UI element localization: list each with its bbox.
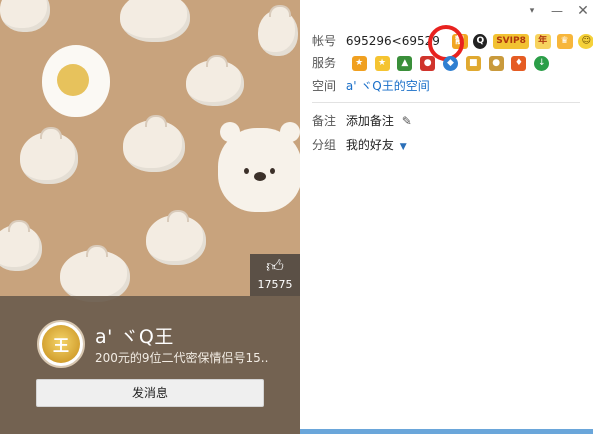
service-farm-icon[interactable]: ▲: [397, 56, 413, 71]
bottom-accent-bar: [300, 429, 593, 434]
profile-cover: 👍︎ 17575 王 a' ヾQ王 200元的9位二代密保情侣号15.. 发消息: [0, 0, 300, 434]
nickname: a' ヾQ王: [95, 326, 174, 348]
remark-label: 备注: [312, 114, 337, 128]
smile-icon[interactable]: ☺: [578, 34, 593, 49]
like-count: 17575: [257, 278, 293, 291]
space-row: 空间 a' ヾQ王的空间: [312, 77, 430, 95]
group-label: 分组: [312, 138, 337, 152]
chevron-down-icon[interactable]: ▾: [524, 3, 540, 19]
cover-bun-illustration: [0, 0, 50, 32]
profile-window: 👍︎ 17575 王 a' ヾQ王 200元的9位二代密保情侣号15.. 发消息…: [0, 0, 593, 434]
service-vip-icon[interactable]: ★: [351, 56, 367, 71]
service-download-icon[interactable]: ↓: [534, 56, 550, 71]
cover-bun-illustration: [60, 245, 130, 302]
cover-bun-illustration: [120, 0, 190, 42]
close-button[interactable]: ✕: [575, 3, 591, 19]
section-divider: [312, 102, 580, 103]
account-number: 695296<69529: [345, 34, 440, 48]
space-label: 空间: [312, 79, 337, 93]
cover-bun-illustration: [0, 220, 42, 271]
cover-egg-illustration: [42, 45, 110, 117]
caret-down-icon[interactable]: ▼: [400, 142, 407, 152]
cover-bun-illustration: [258, 5, 298, 56]
crown-icon[interactable]: ♛: [556, 34, 573, 49]
qq-penguin-icon[interactable]: Q: [473, 34, 488, 49]
avatar-image: 王: [42, 325, 80, 363]
group-dropdown[interactable]: 我的好友: [346, 138, 394, 152]
signature: 200元的9位二代密保情侣号15..: [95, 351, 269, 365]
avatar[interactable]: 王: [37, 320, 85, 368]
pencil-icon[interactable]: ✎: [402, 114, 412, 128]
like-button[interactable]: 👍︎ 17575: [250, 254, 300, 296]
service-pet-icon[interactable]: ●: [488, 56, 504, 71]
cover-bear-illustration: [218, 122, 300, 212]
send-message-button[interactable]: 发消息: [36, 379, 264, 407]
remark-row: 备注 添加备注 ✎: [312, 112, 412, 130]
cover-bun-illustration: [123, 115, 185, 172]
account-label: 帐号: [312, 34, 337, 48]
services-row: 服务 ★ ★ ▲ ● ◆ ■ ● ♦ ↓: [312, 54, 553, 72]
profile-card: 王 a' ヾQ王 200元的9位二代密保情侣号15.. 发消息: [0, 296, 300, 434]
cover-bun-illustration: [186, 55, 244, 106]
space-link[interactable]: a' ヾQ王的空间: [346, 79, 430, 93]
service-shield-icon[interactable]: ◆: [442, 56, 458, 71]
thumbs-up-icon: 👍︎: [266, 257, 284, 277]
service-video-icon[interactable]: ●: [420, 56, 436, 71]
year-badge-icon[interactable]: 年: [534, 34, 551, 49]
service-guard-icon[interactable]: ♦: [511, 56, 527, 71]
svip-badge-icon[interactable]: SVIP8: [493, 34, 529, 49]
service-star-icon[interactable]: ★: [374, 56, 390, 71]
group-row: 分组 我的好友 ▼: [312, 136, 407, 154]
minimize-button[interactable]: —: [549, 3, 565, 19]
services-label: 服务: [312, 56, 337, 70]
cover-bun-illustration: [146, 210, 206, 265]
cover-bun-illustration: [20, 127, 78, 184]
service-lock-icon[interactable]: ■: [465, 56, 481, 71]
add-remark-link[interactable]: 添加备注: [346, 114, 394, 128]
